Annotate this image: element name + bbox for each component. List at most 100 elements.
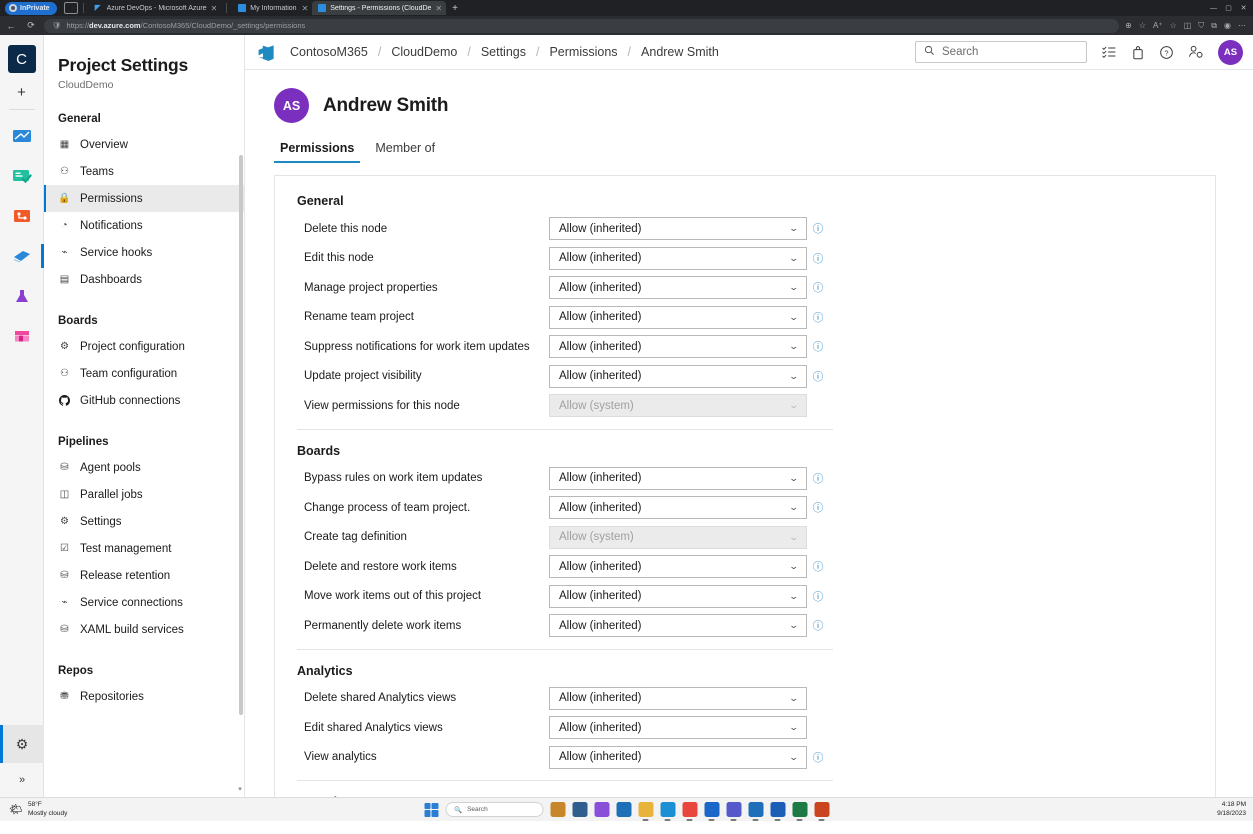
rail-item-boards[interactable] [7,156,37,196]
permission-dropdown[interactable]: Allow (inherited) ⌄ [549,306,807,329]
settings-more-icon[interactable]: ⋯ [1238,21,1246,30]
taskbar-search-input[interactable]: 🔍 Search [445,802,543,817]
browser-tab-1[interactable]: My Information ✕ [232,1,312,15]
info-icon[interactable]: ⓘ [807,339,829,354]
info-icon[interactable]: ⓘ [807,750,829,765]
permission-dropdown[interactable]: Allow (inherited) ⌄ [549,217,807,240]
read-aloud-icon[interactable]: A⁺ [1153,21,1163,30]
breadcrumb-organization[interactable]: ContosoM365 [290,45,368,59]
close-icon[interactable]: ✕ [211,4,218,13]
taskbar-task-view-icon[interactable] [550,802,565,817]
taskbar-store-icon[interactable] [748,802,763,817]
back-arrow-icon[interactable]: ← [4,21,18,31]
browser-tab-2[interactable]: Settings - Permissions (CloudDe ✕ [312,1,446,15]
tab-permissions[interactable]: Permissions [274,137,360,163]
reload-icon[interactable]: ⟳ [24,20,38,31]
taskbar-teams-icon[interactable] [726,802,741,817]
collections-icon[interactable]: ⛉ [1198,21,1204,31]
sidebar-item-permissions[interactable]: 🔒 Permissions [44,185,244,212]
boards-tasklist-icon[interactable] [1101,44,1117,60]
permission-dropdown[interactable]: Allow (inherited) ⌄ [549,247,807,270]
rail-project-badge[interactable]: C [8,45,36,73]
info-icon[interactable]: ⓘ [807,618,829,633]
scroll-down-icon[interactable]: ▾ [236,785,244,793]
browser-tab-0[interactable]: ◤ Azure DevOps - Microsoft Azure ✕ [89,1,222,15]
tab-member-of[interactable]: Member of [369,137,441,163]
sidebar-item-service-connections[interactable]: ⌁ Service connections [44,589,244,616]
close-icon[interactable]: ✕ [435,4,442,13]
browser-essentials-icon[interactable]: ⧉ [1211,21,1217,31]
sidebar-item-dashboards[interactable]: ▤ Dashboards [44,266,244,293]
address-bar[interactable]: 🛡 https://dev.azure.com/ContosoM365/Clou… [44,19,1119,33]
sidebar-item-project-configuration[interactable]: ⚙ Project configuration [44,333,244,360]
sidebar-item-release-retention[interactable]: ⛁ Release retention [44,562,244,589]
info-icon[interactable]: ⓘ [807,280,829,295]
taskbar-chrome-icon[interactable] [682,802,697,817]
sidebar-item-team-configuration[interactable]: ⚇ Team configuration [44,360,244,387]
permission-dropdown[interactable]: Allow (inherited) ⌄ [549,555,807,578]
info-icon[interactable]: ⓘ [807,251,829,266]
breadcrumb-settings[interactable]: Settings [481,45,526,59]
sidebar-item-agent-pools[interactable]: ⛁ Agent pools [44,454,244,481]
split-screen-icon[interactable]: ◫ [1184,21,1192,30]
permission-dropdown[interactable]: Allow (inherited) ⌄ [549,614,807,637]
info-icon[interactable]: ⓘ [807,471,829,486]
permission-dropdown[interactable]: Allow (inherited) ⌄ [549,276,807,299]
taskbar-file-explorer-icon[interactable] [572,802,587,817]
taskbar-clock[interactable]: 4:18 PM 9/18/2023 [1217,801,1246,818]
close-icon[interactable]: ✕ [302,4,309,13]
add-favorite-icon[interactable]: ☆ [1170,21,1177,30]
tab-search-button[interactable] [64,2,78,14]
sidebar-item-xaml-build-services[interactable]: ⛁ XAML build services [44,616,244,643]
info-icon[interactable]: ⓘ [807,589,829,604]
info-icon[interactable]: ⓘ [807,559,829,574]
new-tab-button[interactable]: + [452,3,458,14]
rail-project-settings-gear-icon[interactable]: ⚙ [0,725,44,763]
sidebar-item-notifications[interactable]: ◔ Notifications [44,212,244,239]
maximize-icon[interactable]: ▢ [1221,4,1236,12]
permission-dropdown[interactable]: Allow (inherited) ⌄ [549,687,807,710]
info-icon[interactable]: ⓘ [807,500,829,515]
minimize-icon[interactable]: — [1206,5,1221,12]
sidebar-item-teams[interactable]: ⚇ Teams [44,158,244,185]
marketplace-bag-icon[interactable] [1131,45,1145,60]
close-window-icon[interactable]: ✕ [1236,4,1251,12]
sidebar-item-test-management[interactable]: ☑ Test management [44,535,244,562]
taskbar-edge-icon[interactable] [660,802,675,817]
sidebar-item-github-connections[interactable]: GitHub connections [44,387,244,414]
help-icon[interactable]: ? [1159,45,1174,60]
taskbar-explorer-folder-icon[interactable] [638,802,653,817]
rail-item-repos[interactable] [7,196,37,236]
azure-devops-logo-icon[interactable] [245,43,276,62]
info-icon[interactable]: ⓘ [807,221,829,236]
taskbar-word-icon[interactable] [770,802,785,817]
permission-dropdown[interactable]: Allow (inherited) ⌄ [549,585,807,608]
rail-add-button[interactable]: + [7,79,37,105]
permission-dropdown[interactable]: Allow (inherited) ⌄ [549,716,807,739]
rail-item-overview[interactable] [7,116,37,156]
sidebar-item-settings[interactable]: ⚙ Settings [44,508,244,535]
sidebar-scrollbar[interactable] [239,155,243,715]
info-icon[interactable]: ⓘ [807,369,829,384]
windows-start-icon[interactable] [424,803,438,817]
sidebar-item-repositories[interactable]: ⛃ Repositories [44,683,244,710]
user-settings-icon[interactable] [1188,44,1204,60]
breadcrumb-permissions[interactable]: Permissions [549,45,617,59]
info-icon[interactable]: ⓘ [807,310,829,325]
rail-item-artifacts[interactable] [7,316,37,356]
favorites-icon[interactable]: ☆ [1139,21,1146,30]
sidebar-item-service-hooks[interactable]: ⌁ Service hooks [44,239,244,266]
taskbar-outlook-icon[interactable] [704,802,719,817]
permission-dropdown[interactable]: Allow (inherited) ⌄ [549,365,807,388]
zoom-icon[interactable]: ⊕ [1125,21,1132,30]
rail-item-pipelines[interactable] [7,236,37,276]
avatar[interactable]: AS [1218,40,1243,65]
permission-dropdown[interactable]: Allow (inherited) ⌄ [549,467,807,490]
breadcrumb-project[interactable]: CloudDemo [391,45,457,59]
permission-dropdown[interactable]: Allow (inherited) ⌄ [549,746,807,769]
taskbar-powerpoint-icon[interactable] [814,802,829,817]
rail-expand-icon[interactable]: » [0,763,44,797]
rail-item-test-plans[interactable] [7,276,37,316]
copilot-icon[interactable]: ◉ [1224,21,1231,30]
permission-dropdown[interactable]: Allow (inherited) ⌄ [549,496,807,519]
